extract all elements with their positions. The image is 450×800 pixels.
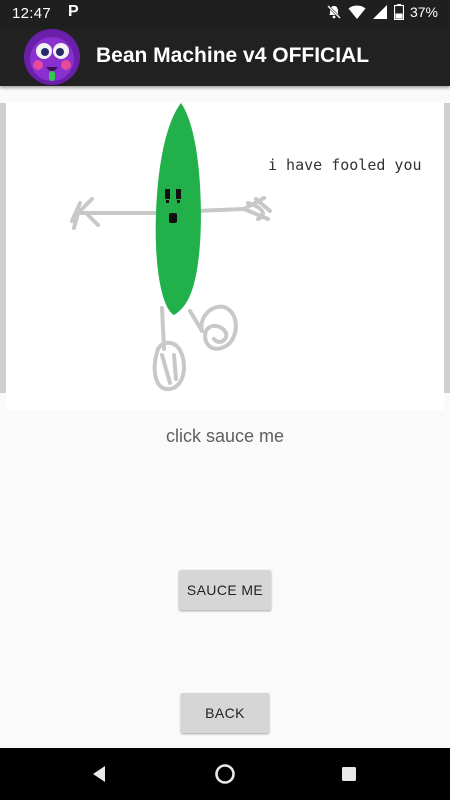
app-title: Bean Machine v4 OFFICIAL [96,44,370,67]
parking-notification-icon: P [68,3,79,20]
status-time: 12:47 [12,5,52,22]
app-bar: Bean Machine v4 OFFICIAL [0,28,450,86]
speech-text: i have fooled you [268,156,422,174]
status-bar: 12:47 P 37% [0,0,450,28]
nav-back-icon[interactable] [70,748,130,800]
battery-icon [393,4,404,20]
system-navigation-bar [0,748,450,800]
instruction-caption: click sauce me [165,426,285,446]
do-not-disturb-off-icon [326,4,342,20]
image-frame-right [443,103,450,393]
battery-percent: 37% [409,4,438,20]
wifi-icon [348,4,366,20]
sauce-me-button[interactable]: SAUCE ME [179,570,271,610]
nav-home-icon[interactable] [195,748,255,800]
nav-recents-icon[interactable] [319,748,379,800]
bean-drawing-image: i have fooled you [6,103,444,410]
app-avatar-icon [24,29,80,85]
back-button[interactable]: BACK [181,693,269,733]
signal-icon [372,4,388,20]
status-icons: 37% [326,4,438,20]
